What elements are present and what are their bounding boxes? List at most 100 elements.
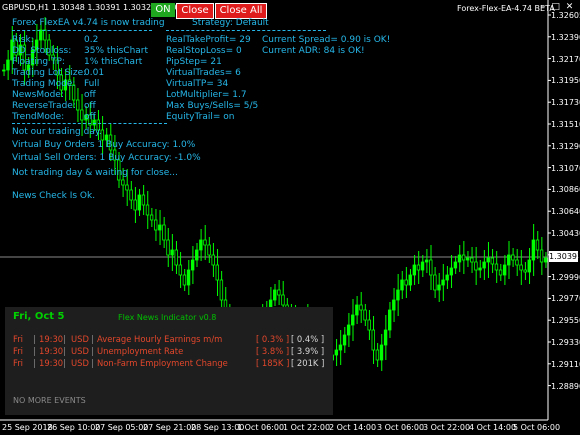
candle-body (6, 59, 10, 71)
panel-divider (12, 30, 152, 31)
candle-body (125, 184, 129, 191)
time-tick-label: 1 Oct 06:00 (237, 423, 285, 432)
price-tick-label: 1.29550 (551, 316, 580, 326)
setting-item: VirtualTrades= 6 (166, 68, 241, 78)
candle-body (511, 254, 515, 261)
status-line: Not our trading day. (12, 127, 102, 137)
candle-body (387, 309, 392, 331)
price-tick-label: 1.29990 (551, 272, 580, 282)
setting-label: ReverseTrade: (12, 101, 76, 111)
candle-body (149, 214, 154, 221)
candle-body (507, 254, 511, 266)
candle-body (43, 29, 47, 41)
candle-body (153, 219, 158, 231)
news-date: Fri, Oct 5 (13, 311, 65, 322)
candle-body (367, 319, 371, 331)
candle-body (502, 264, 507, 276)
candle-body (359, 304, 363, 311)
candle-body (273, 289, 277, 301)
price-tick-label: 1.32170 (551, 54, 580, 64)
minimize-icon[interactable]: – (541, 2, 546, 12)
news-cur: USD (71, 358, 89, 368)
panel-divider (12, 123, 167, 124)
candle-body (162, 224, 166, 241)
time-tick-label: 3 Oct 06:00 (377, 423, 425, 432)
candle-body (203, 239, 207, 246)
candle-body (437, 284, 441, 291)
price-tick-label: 1.31070 (551, 163, 580, 173)
candle-body (383, 329, 388, 346)
candle-body (346, 324, 351, 336)
candle-body (523, 269, 527, 273)
separator: | (91, 334, 94, 344)
setting-item: Max Buys/Sells= 5/5 (166, 101, 259, 111)
close-all-button[interactable]: Close All (215, 3, 267, 19)
candle-body (531, 239, 536, 261)
price-tick-label: 1.31730 (551, 98, 580, 108)
time-tick-label: 3 Oct 22:00 (423, 423, 471, 432)
price-tick-label: 1.29110 (551, 359, 580, 369)
candle-body (441, 279, 445, 286)
close-button[interactable]: Close (176, 3, 214, 19)
news-event: Non-Farm Employment Change (97, 358, 228, 368)
on-button[interactable]: ON (151, 3, 175, 17)
time-tick-label: 25 Sep 2018 (2, 423, 53, 432)
candle-body (215, 264, 219, 281)
setting-label: Trading Mode: (12, 79, 76, 89)
setting-value: 1% thisChart (84, 57, 143, 67)
candle-body (453, 261, 458, 269)
candle-body (355, 304, 359, 316)
news-forecast: [ 3.8% ] (256, 346, 290, 356)
setting-value: 0.01 (84, 68, 105, 78)
setting-label: NewsMode: (12, 90, 64, 100)
price-tick-label: 1.31290 (551, 141, 580, 151)
setting-item: EquityTrail= on (166, 112, 235, 122)
setting-label: DD_Stoploss: (12, 46, 72, 56)
setting-item: RealStopLoss= 0 (166, 46, 242, 56)
candle-body (174, 249, 178, 266)
time-tick-label: 5 Oct 06:00 (513, 423, 561, 432)
price-tick-label: 1.32605 (551, 11, 580, 20)
separator: | (63, 358, 66, 368)
candle-body (494, 263, 499, 271)
news-cur: USD (71, 346, 89, 356)
candle-body (371, 329, 375, 351)
setting-value: off (84, 101, 96, 111)
candle-body (420, 261, 425, 271)
candle-body (141, 194, 146, 206)
news-time: 19:30 (39, 346, 64, 356)
setting-item: RealTakeProfit= 29 (166, 35, 251, 45)
price-tick-label: 1.30860 (551, 185, 580, 195)
status-line: Virtual Sell Orders: 1 Buy Accuracy: -1.… (12, 153, 201, 163)
setting-value: 0.2 (84, 35, 99, 45)
news-footer: NO MORE EVENTS (13, 396, 86, 405)
news-time: 19:30 (39, 334, 64, 344)
candle-body (351, 314, 355, 326)
news-event: Unemployment Rate (97, 346, 184, 356)
candle-body (207, 244, 211, 256)
candle-body (429, 259, 433, 276)
candle-body (392, 299, 396, 311)
candle-body (470, 257, 474, 263)
news-forecast: [ 0.3% ] (256, 334, 290, 344)
candle-body (281, 294, 285, 306)
setting-label: Floating TP: (12, 57, 65, 67)
separator: | (91, 346, 94, 356)
candle-body (211, 254, 215, 266)
setting-label: TrendMode: (12, 112, 65, 122)
candle-body (133, 199, 137, 211)
time-tick-label: 26 Sep 10:00 (47, 423, 101, 432)
candle-body (449, 267, 453, 276)
price-tick-label: 1.30430 (551, 229, 580, 238)
news-previous: [ 201K ] (291, 358, 325, 368)
candle-body (535, 239, 540, 251)
status-line: Virtual Buy Orders 1 Buy Accuracy: 1.0% (12, 140, 196, 150)
news-previous: [ 0.4% ] (291, 334, 325, 344)
setting-value: 35% thisChart (84, 46, 149, 56)
separator: | (33, 358, 36, 368)
candle-body (379, 344, 384, 361)
news-time: 19:30 (39, 358, 64, 368)
setting-label: Trading Lot Size: (12, 68, 87, 78)
current-price-label: 1.30391 (549, 251, 580, 262)
candle-body (334, 349, 339, 356)
